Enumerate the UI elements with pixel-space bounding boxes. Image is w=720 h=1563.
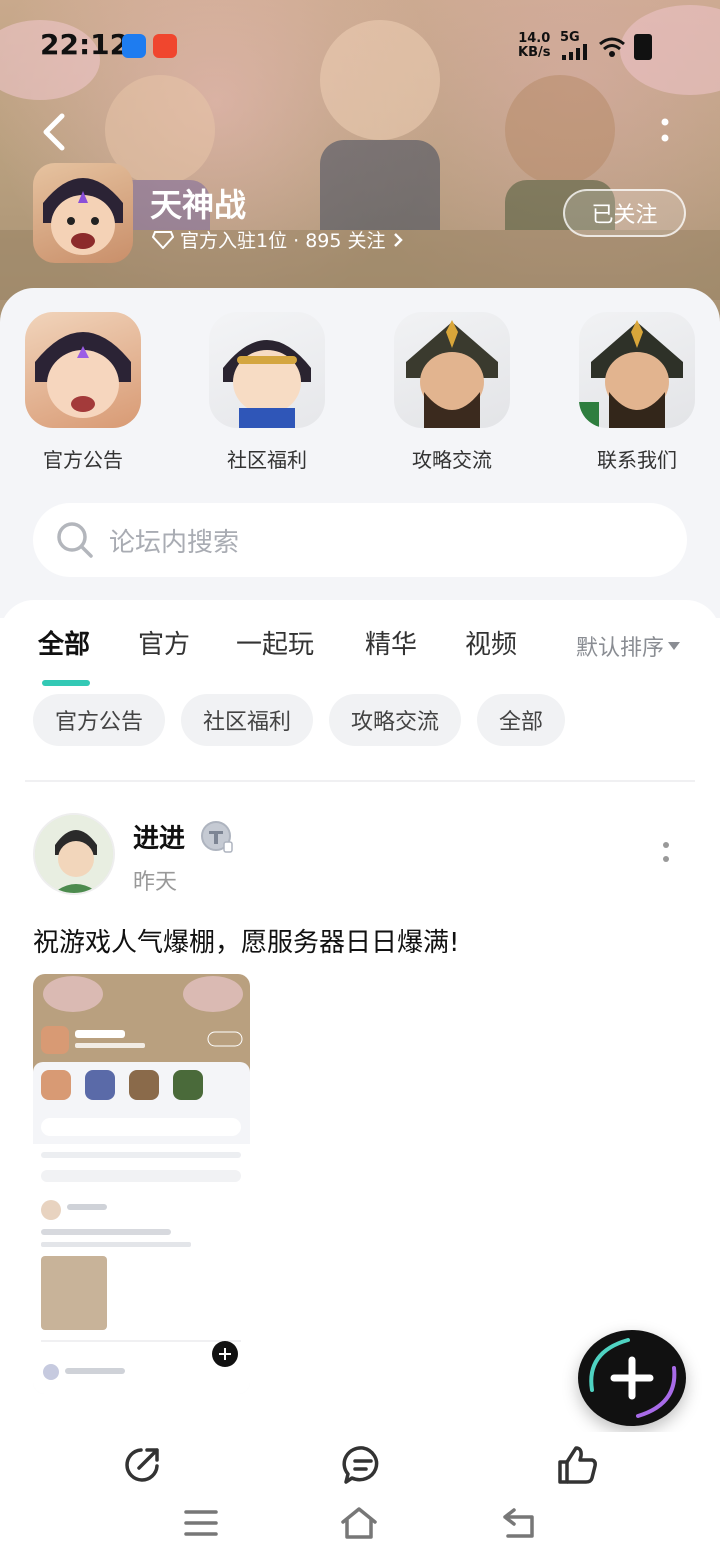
system-navigation-bar [0,1498,720,1563]
avatar[interactable] [33,813,115,895]
post-image-screenshot [33,974,250,1394]
contact-us-avatar [579,312,695,428]
network-type: 5G [560,30,580,45]
category-label: 官方公告 [43,448,123,472]
post-action-bar [0,1432,720,1498]
game-logo-art [43,178,123,255]
game-logo[interactable] [33,163,133,263]
wifi-icon [599,37,625,57]
sort-label: 默认排序 [576,636,665,661]
game-title: 天神战 [150,186,247,224]
share-icon[interactable] [121,1444,163,1486]
signal-icon [562,44,587,60]
chevron-right-icon [393,232,403,247]
chip-guide-exchange[interactable]: 攻略交流 [329,694,462,746]
active-tab-indicator [42,680,90,686]
tab-official[interactable]: 官方 [138,624,190,661]
diamond-icon [152,230,174,249]
category-label: 社区福利 [227,448,307,472]
category-label: 攻略交流 [412,448,492,472]
category-label: 联系我们 [597,448,677,472]
category-contact-us[interactable]: 联系我们 [567,312,707,473]
back-icon[interactable] [500,1506,538,1540]
search-icon [57,522,93,558]
filter-chips: 官方公告 社区福利 攻略交流 全部 [33,694,566,746]
category-guide-exchange[interactable]: 攻略交流 [382,312,522,473]
search-input[interactable]: 论坛内搜索 [109,522,239,559]
notification-app-icon [122,34,146,58]
notification-app-icon [153,34,177,58]
tab-featured[interactable]: 精华 [365,624,417,661]
status-bar: 22:12 14.0 KB/s 5G [0,28,720,68]
post-body-text: 祝游戏人气爆棚，愿服务器日日爆满! [33,928,460,958]
battery-icon [634,34,652,60]
post-time: 昨天 [133,870,178,895]
community-welfare-avatar [209,312,325,428]
game-meta[interactable]: 官方入驻1位 · 895 关注 [152,226,404,253]
tab-video[interactable]: 视频 [465,624,517,661]
category-community-welfare[interactable]: 社区福利 [197,312,337,473]
forum-search-bar[interactable]: 论坛内搜索 [33,503,687,577]
guide-exchange-avatar [394,312,510,428]
back-arrow-icon[interactable] [38,112,74,152]
game-meta-text: 官方入驻1位 · 895 关注 [180,230,386,252]
like-thumbs-up-icon[interactable] [556,1444,598,1486]
tab-all[interactable]: 全部 [38,624,90,661]
post-image[interactable] [33,974,250,1394]
more-options-icon[interactable] [650,114,680,150]
category-panel: 官方公告 社区福利 攻略交流 联系我们 论坛内搜索 [0,288,720,618]
post-more-icon[interactable] [656,840,676,866]
chip-community-welfare[interactable]: 社区福利 [181,694,314,746]
category-official-announcement[interactable]: 官方公告 [13,312,153,473]
chip-all[interactable]: 全部 [477,694,566,746]
plus-icon [589,1338,677,1418]
caret-down-icon [668,642,681,650]
tab-play-together[interactable]: 一起玩 [236,624,314,661]
network-speed: 14.0 KB/s [518,31,551,60]
create-post-button[interactable] [578,1330,686,1426]
sort-dropdown[interactable]: 默认排序 [576,630,681,662]
official-announcement-avatar [25,312,141,428]
user-level-badge-icon [201,821,233,853]
status-time: 22:12 [40,28,130,61]
category-row: 官方公告 社区福利 攻略交流 联系我们 [0,312,720,472]
post-feed: 全部 官方 一起玩 精华 视频 默认排序 官方公告 社区福利 攻略交流 全部 进… [0,600,720,1420]
home-icon[interactable] [340,1506,378,1540]
menu-icon[interactable] [182,1506,220,1540]
post-author-name[interactable]: 进进 [133,818,185,855]
divider [25,780,695,782]
follow-button[interactable]: 已关注 [563,189,686,237]
comment-icon[interactable] [342,1444,384,1486]
chip-official-announcement[interactable]: 官方公告 [33,694,166,746]
